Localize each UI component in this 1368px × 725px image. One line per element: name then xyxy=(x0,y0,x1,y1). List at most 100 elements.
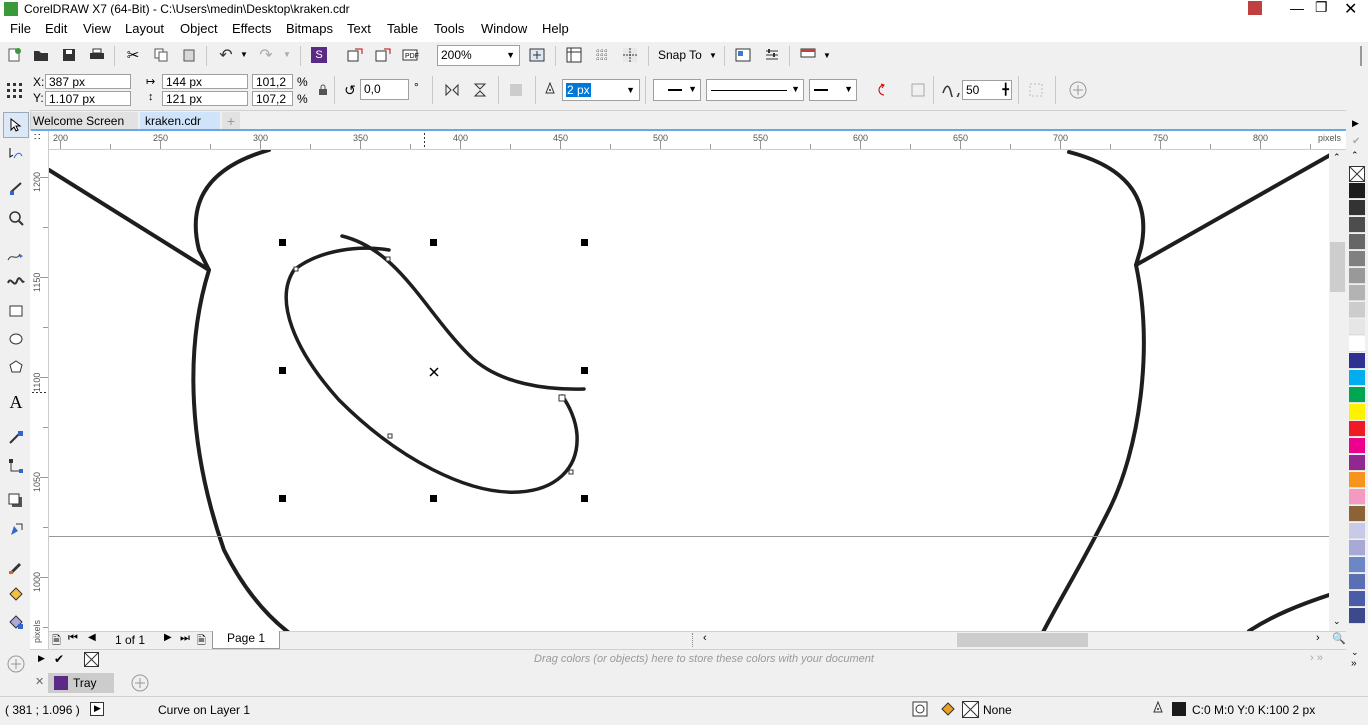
y-position-input[interactable]: 1.107 px xyxy=(45,91,131,106)
selection-handle-tc[interactable] xyxy=(430,239,437,246)
zoom-tool-icon[interactable] xyxy=(3,206,29,230)
color-swatch[interactable] xyxy=(1349,438,1365,454)
palette-scroll-down-icon[interactable]: ⌄ xyxy=(1351,647,1359,658)
tab-welcome-screen[interactable]: Welcome Screen xyxy=(30,112,138,130)
welcome-screen-icon[interactable] xyxy=(733,45,753,65)
palette-flyout-icon[interactable]: ▶ xyxy=(1352,118,1359,129)
close-curve-icon[interactable] xyxy=(908,80,928,100)
palette-eyedropper-right-icon[interactable]: ✔ xyxy=(1352,136,1360,147)
scale-y-input[interactable]: 107,2 xyxy=(252,91,293,106)
mirror-vertical-icon[interactable] xyxy=(470,80,490,100)
snap-to-dropdown-icon[interactable]: ▼ xyxy=(709,51,717,60)
color-swatch[interactable] xyxy=(1349,557,1365,573)
color-swatch[interactable] xyxy=(1349,387,1365,403)
outline-width-select[interactable]: 2 px ▼ xyxy=(562,79,640,101)
tray-tab[interactable]: Tray xyxy=(48,673,114,693)
minimize-button[interactable]: — xyxy=(1290,0,1304,16)
x-position-input[interactable]: 387 px xyxy=(45,74,131,89)
menu-file[interactable]: File xyxy=(10,21,31,36)
scroll-up-icon[interactable]: ⌃ xyxy=(1333,152,1341,163)
line-style-select[interactable]: ▼ xyxy=(706,79,804,101)
selection-handle-mr[interactable] xyxy=(581,367,588,374)
close-button[interactable]: ✕ xyxy=(1344,0,1357,19)
color-swatch[interactable] xyxy=(1349,200,1365,216)
rectangle-tool-icon[interactable] xyxy=(3,299,29,323)
color-swatch[interactable] xyxy=(1349,234,1365,250)
menu-tools[interactable]: Tools xyxy=(434,21,464,36)
zoom-to-page-icon[interactable] xyxy=(527,45,547,65)
color-swatch[interactable] xyxy=(1349,523,1365,539)
interactive-fill-tool-icon[interactable] xyxy=(3,582,29,606)
color-swatch[interactable] xyxy=(1349,421,1365,437)
ruler-origin[interactable]: ∷ xyxy=(30,131,49,150)
ellipse-tool-icon[interactable] xyxy=(3,327,29,351)
vertical-scroll-thumb[interactable] xyxy=(1330,242,1345,292)
show-grid-icon[interactable] xyxy=(592,45,612,65)
palette-eyedropper-icon[interactable]: ✔ xyxy=(54,652,64,666)
palette-scroll-up-icon[interactable]: ⌃ xyxy=(1351,150,1359,161)
object-origin-icon[interactable] xyxy=(4,80,24,100)
width-input[interactable]: 144 px xyxy=(162,74,248,89)
publish-pdf-icon[interactable]: PDF xyxy=(401,45,421,65)
smoothing-input[interactable]: 50 ╋ xyxy=(962,80,1012,100)
start-arrowhead-select[interactable]: ▼ xyxy=(653,79,701,101)
color-swatch[interactable] xyxy=(1349,353,1365,369)
add-property-icon[interactable] xyxy=(1068,80,1088,100)
corel-connect-icon[interactable]: S xyxy=(309,45,329,65)
first-page-icon[interactable]: ⏮ xyxy=(68,632,78,645)
text-tool-icon[interactable]: A xyxy=(3,390,29,414)
selection-handle-br[interactable] xyxy=(581,495,588,502)
boundary-icon[interactable] xyxy=(1026,80,1046,100)
selection-handle-tl[interactable] xyxy=(279,239,286,246)
drawing-canvas[interactable] xyxy=(49,150,1329,631)
crop-tool-icon[interactable] xyxy=(3,176,29,200)
shape-tool-icon[interactable] xyxy=(3,142,29,166)
options-icon[interactable] xyxy=(762,45,782,65)
menu-effects[interactable]: Effects xyxy=(232,21,272,36)
import-icon[interactable] xyxy=(345,45,365,65)
lock-ratio-icon[interactable] xyxy=(313,80,333,100)
export-icon[interactable] xyxy=(373,45,393,65)
last-page-icon[interactable]: ⏭ xyxy=(180,632,190,645)
no-color-swatch-icon[interactable] xyxy=(84,652,99,667)
node-point[interactable] xyxy=(568,469,574,475)
color-swatch[interactable] xyxy=(1349,183,1365,199)
application-launcher-icon[interactable] xyxy=(798,45,818,65)
transparency-tool-icon[interactable] xyxy=(3,517,29,541)
menu-table[interactable]: Table xyxy=(387,21,418,36)
rotation-input[interactable]: 0,0 xyxy=(360,79,409,100)
menu-window[interactable]: Window xyxy=(481,21,527,36)
menu-edit[interactable]: Edit xyxy=(45,21,67,36)
document-palette[interactable]: ▶ ✔ Drag colors (or objects) here to sto… xyxy=(30,649,1346,671)
node-point[interactable] xyxy=(387,433,393,439)
color-swatch[interactable] xyxy=(1349,404,1365,420)
menu-bitmaps[interactable]: Bitmaps xyxy=(286,21,333,36)
palette-expand-icon[interactable]: » xyxy=(1351,658,1357,669)
undo-dropdown-icon[interactable]: ▼ xyxy=(240,50,248,59)
show-rulers-icon[interactable] xyxy=(564,45,584,65)
snap-to-button[interactable]: Snap To xyxy=(658,48,702,62)
end-arrowhead-select[interactable]: ▼ xyxy=(809,79,857,101)
menu-text[interactable]: Text xyxy=(347,21,371,36)
user-icon[interactable] xyxy=(1248,1,1262,15)
node-point[interactable] xyxy=(293,266,299,272)
mirror-horizontal-icon[interactable] xyxy=(442,80,462,100)
palette-menu-icon[interactable]: ▶ xyxy=(38,653,45,664)
horizontal-scroll-thumb[interactable] xyxy=(957,633,1088,647)
color-swatch[interactable] xyxy=(1349,268,1365,284)
color-swatch[interactable] xyxy=(1349,319,1365,335)
parallel-dimension-tool-icon[interactable] xyxy=(3,426,29,450)
tray-close-icon[interactable]: ✕ xyxy=(35,675,44,688)
polygon-tool-icon[interactable] xyxy=(3,355,29,379)
color-swatch[interactable] xyxy=(1349,489,1365,505)
add-tool-icon[interactable] xyxy=(3,652,29,676)
selection-handle-bl[interactable] xyxy=(279,495,286,502)
selection-handle-bc[interactable] xyxy=(430,495,437,502)
maximize-button[interactable]: ❐ xyxy=(1315,0,1328,16)
status-expand-icon[interactable]: ▶ xyxy=(90,702,104,716)
menu-object[interactable]: Object xyxy=(180,21,218,36)
color-swatch[interactable] xyxy=(1349,506,1365,522)
selection-handle-tr[interactable] xyxy=(581,239,588,246)
freehand-tool-icon[interactable] xyxy=(3,244,29,268)
zoom-level-select[interactable]: 200% ▼ xyxy=(437,45,520,66)
